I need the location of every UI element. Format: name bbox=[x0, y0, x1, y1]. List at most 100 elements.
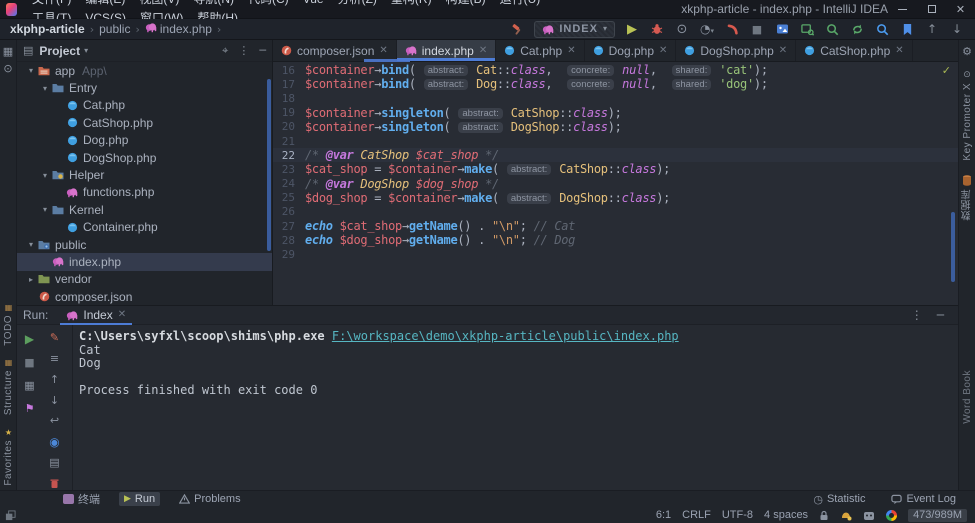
code-line-26[interactable]: 26 bbox=[273, 205, 958, 219]
nav-down-icon[interactable]: ↓ bbox=[949, 21, 965, 37]
tool-button-problems[interactable]: Problems bbox=[174, 492, 245, 506]
more-icon[interactable]: ⋮ bbox=[238, 45, 249, 56]
code-line-20[interactable]: 20$container→singleton( abstract: DogSho… bbox=[273, 120, 958, 134]
close-icon[interactable]: ✕ bbox=[479, 46, 487, 56]
tree-item-dog-php[interactable]: Dog.php bbox=[17, 132, 272, 149]
project-window-icon[interactable]: ▦ bbox=[0, 46, 16, 57]
menu-item-n[interactable]: 导航(N) bbox=[186, 0, 241, 6]
memory-indicator[interactable]: 473/989M bbox=[908, 509, 967, 522]
close-icon[interactable]: ✕ bbox=[659, 46, 667, 56]
indent-setting[interactable]: 4 spaces bbox=[764, 509, 808, 521]
project-panel-title[interactable]: Project bbox=[39, 44, 80, 58]
console-file-link[interactable]: F:\workspace\demo\xkphp-article\public\i… bbox=[332, 329, 679, 343]
chevron-closed-icon[interactable]: ▸ bbox=[25, 275, 37, 284]
restore-layout-icon[interactable]: ▦ bbox=[22, 377, 38, 393]
tree-item-container-php[interactable]: Container.php bbox=[17, 219, 272, 236]
search-blue-icon[interactable] bbox=[874, 21, 890, 37]
sync-find-icon[interactable] bbox=[849, 21, 865, 37]
down-stack-icon[interactable]: ↓ bbox=[47, 393, 63, 407]
close-icon[interactable]: ✕ bbox=[567, 46, 575, 56]
code-line-17[interactable]: 17$container→bind( abstract: Dog::class,… bbox=[273, 77, 958, 91]
editor-tab-composer-json[interactable]: composer.json✕ bbox=[273, 40, 397, 61]
bookmark-icon[interactable] bbox=[899, 21, 915, 37]
tree-item-kernel[interactable]: ▾Kernel bbox=[17, 201, 272, 218]
rerun-icon[interactable]: ▶ bbox=[22, 331, 38, 347]
code-line-21[interactable]: 21 bbox=[273, 134, 958, 148]
stop-icon[interactable]: ■ bbox=[749, 21, 765, 37]
tree-item-functions-php[interactable]: functions.php bbox=[17, 184, 272, 201]
editor-tab-cat-php[interactable]: Cat.php✕ bbox=[496, 40, 584, 61]
code-line-19[interactable]: 19$container→singleton( abstract: CatSho… bbox=[273, 106, 958, 120]
nav-up-icon[interactable]: ↑ bbox=[924, 21, 940, 37]
code-line-23[interactable]: 23$cat_shop = $container→make( abstract:… bbox=[273, 162, 958, 176]
hide-icon[interactable]: ─ bbox=[937, 309, 944, 321]
code-line-18[interactable]: 18 bbox=[273, 91, 958, 105]
code-line-24[interactable]: 24/* @var DogShop $dog_shop */ bbox=[273, 177, 958, 191]
editor-tab-dog-php[interactable]: Dog.php✕ bbox=[585, 40, 677, 61]
pin-icon[interactable]: ⚑ bbox=[22, 400, 38, 416]
tree-item-helper[interactable]: ▾Helper bbox=[17, 166, 272, 183]
edit-config-icon[interactable]: ✎ bbox=[47, 331, 63, 345]
debug-icon[interactable] bbox=[649, 21, 665, 37]
project-views-icon[interactable]: ▤ bbox=[23, 45, 33, 56]
stop-icon[interactable]: ■ bbox=[22, 354, 38, 370]
tree-item-entry[interactable]: ▾Entry bbox=[17, 79, 272, 96]
editor-tab-dogshop-php[interactable]: DogShop.php✕ bbox=[676, 40, 796, 61]
coverage-icon[interactable]: ⊙ bbox=[674, 21, 690, 37]
scroll-to-end-icon[interactable]: ◉ bbox=[47, 435, 63, 449]
run-config-selector[interactable]: INDEX▾ bbox=[534, 21, 615, 38]
tool-button-word-book[interactable]: Word Book bbox=[959, 370, 975, 424]
locate-icon[interactable]: ⌖ bbox=[222, 45, 228, 56]
tool-button-event-log[interactable]: Event Log bbox=[886, 492, 961, 506]
tool-button-key-promoter[interactable]: ⊙ Key Promoter X bbox=[959, 71, 975, 161]
menu-item-e[interactable]: 编辑(E) bbox=[78, 0, 132, 6]
tool-button-run[interactable]: ▶Run bbox=[119, 492, 160, 506]
attach-phone-icon[interactable] bbox=[724, 21, 740, 37]
project-scrollbar[interactable] bbox=[267, 79, 271, 251]
run-tab-index[interactable]: Index ✕ bbox=[60, 306, 132, 325]
google-g-icon[interactable] bbox=[886, 510, 897, 521]
menu-item-z[interactable]: 分析(Z) bbox=[331, 0, 384, 6]
code-line-28[interactable]: 28echo $dog_shop→getName() . "\n"; // Do… bbox=[273, 233, 958, 247]
tool-button-structure[interactable]: ▦Structure bbox=[0, 359, 17, 415]
close-icon[interactable]: ✕ bbox=[379, 46, 387, 56]
clear-icon[interactable] bbox=[47, 476, 63, 490]
breadcrumb-item[interactable]: public bbox=[99, 22, 130, 36]
caret-position[interactable]: 6:1 bbox=[656, 509, 671, 521]
line-separator[interactable]: CRLF bbox=[682, 509, 711, 521]
minimize-icon[interactable] bbox=[888, 0, 917, 19]
code-line-27[interactable]: 27echo $cat_shop→getName() . "\n"; // Ca… bbox=[273, 219, 958, 233]
tree-item-app[interactable]: ▾appApp\ bbox=[17, 62, 272, 79]
up-stack-icon[interactable]: ↑ bbox=[47, 373, 63, 387]
soft-wrap-icon[interactable]: ↩ bbox=[47, 414, 63, 428]
docker-icon[interactable] bbox=[863, 510, 875, 521]
file-encoding[interactable]: UTF-8 bbox=[722, 509, 753, 521]
notification-bell-icon[interactable] bbox=[840, 510, 852, 521]
menu-item-r[interactable]: 重构(R) bbox=[384, 0, 439, 6]
code-line-16[interactable]: 16$container→bind( abstract: Cat::class,… bbox=[273, 63, 958, 77]
chevron-open-icon[interactable]: ▾ bbox=[39, 171, 51, 180]
close-icon[interactable]: ✕ bbox=[946, 0, 975, 19]
tree-item-cat-php[interactable]: Cat.php bbox=[17, 97, 272, 114]
editor-scrollbar[interactable] bbox=[951, 212, 955, 282]
chevron-open-icon[interactable]: ▾ bbox=[39, 205, 51, 214]
breadcrumb-item[interactable]: xkphp-article bbox=[10, 22, 85, 36]
profiler-icon[interactable]: ◔▾ bbox=[699, 21, 715, 37]
inspection-ok-icon[interactable]: ✓ bbox=[942, 65, 951, 76]
tool-button-todo[interactable]: ▦TODO bbox=[0, 304, 17, 346]
chevron-down-icon[interactable]: ▾ bbox=[84, 47, 88, 55]
menu-item-u[interactable]: 运行(U) bbox=[493, 0, 548, 6]
code-editor[interactable]: 16$container→bind( abstract: Cat::class,… bbox=[273, 62, 958, 262]
print-icon[interactable]: ▤ bbox=[47, 456, 63, 470]
tool-button--[interactable]: 终端 bbox=[58, 490, 105, 508]
menu-item-c[interactable]: 代码(C) bbox=[241, 0, 296, 6]
more-icon[interactable]: ⋮ bbox=[911, 309, 923, 321]
close-icon[interactable]: ✕ bbox=[779, 46, 787, 56]
image-search-icon[interactable] bbox=[799, 21, 815, 37]
tree-item-vendor[interactable]: ▸vendor bbox=[17, 271, 272, 288]
lock-icon[interactable] bbox=[819, 510, 829, 521]
chevron-open-icon[interactable]: ▾ bbox=[25, 66, 37, 75]
tool-button-statistic[interactable]: ◷Statistic bbox=[808, 492, 870, 506]
close-icon[interactable]: ✕ bbox=[118, 310, 126, 320]
menu-item-f[interactable]: 文件(F) bbox=[25, 0, 78, 6]
